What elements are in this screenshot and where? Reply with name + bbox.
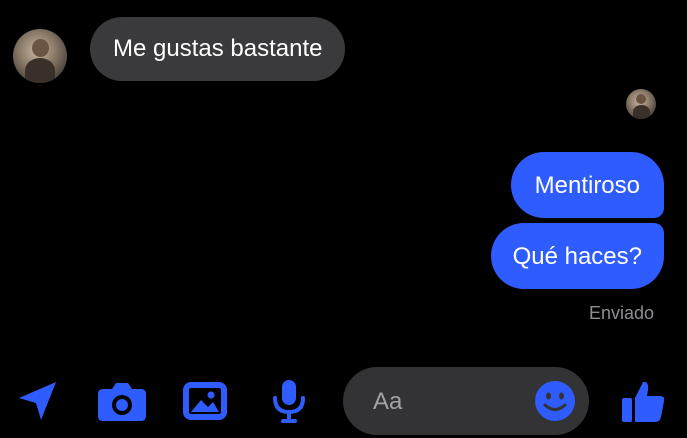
- camera-button[interactable]: [97, 376, 147, 426]
- avatar-head: [32, 39, 49, 57]
- like-button[interactable]: [618, 376, 668, 426]
- incoming-message-text: Me gustas bastante: [113, 35, 323, 62]
- camera-icon: [98, 383, 146, 421]
- microphone-icon: [273, 380, 305, 423]
- emoji-icon: [535, 381, 575, 421]
- outgoing-message-bubble[interactable]: Mentiroso: [510, 152, 664, 218]
- incoming-message-bubble[interactable]: Me gustas bastante: [90, 17, 346, 81]
- microphone-button[interactable]: [264, 376, 314, 426]
- outgoing-message-text: Mentiroso: [534, 172, 640, 199]
- read-receipt-head: [636, 94, 646, 104]
- thumbs-up-icon: [622, 381, 665, 422]
- read-receipt-body: [633, 105, 650, 119]
- outgoing-message-bubble[interactable]: Qué haces?: [490, 223, 664, 289]
- message-composer[interactable]: [343, 367, 589, 435]
- outgoing-message-text: Qué haces?: [512, 243, 642, 270]
- image-icon: [183, 382, 227, 420]
- send-location-icon: [19, 382, 56, 420]
- image-button[interactable]: [180, 376, 230, 426]
- send-location-button[interactable]: [13, 376, 63, 426]
- emoji-button[interactable]: [534, 380, 576, 422]
- read-receipt-avatar: [626, 89, 656, 119]
- avatar-body: [25, 58, 55, 83]
- message-input[interactable]: [371, 383, 525, 421]
- message-status: Enviado: [588, 303, 654, 323]
- contact-avatar[interactable]: [13, 29, 67, 83]
